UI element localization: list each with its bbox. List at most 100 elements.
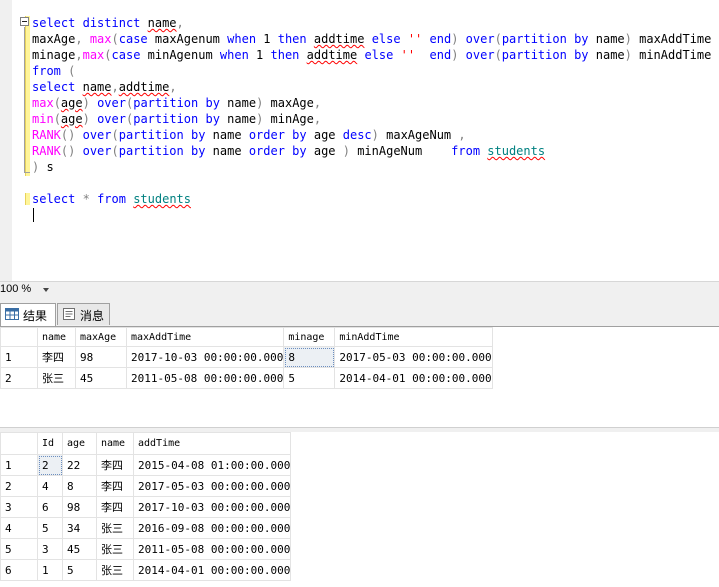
table-row[interactable]: 1 李四 98 2017-10-03 00:00:00.000 8 2017-05-03 … <box>0 346 493 368</box>
column-header[interactable]: Id <box>37 432 63 455</box>
grid-cell[interactable]: 张三 <box>96 559 134 581</box>
grid-cell[interactable]: 2017-10-03 00:00:00.000 <box>125 346 285 368</box>
grid-cell[interactable]: 1 <box>37 559 63 581</box>
grid-cell[interactable]: 2015-04-08 01:00:00.000 <box>132 454 292 476</box>
code-token: case <box>118 32 148 46</box>
grid-cell[interactable]: 2017-05-03 00:00:00.000 <box>334 346 493 368</box>
table-row[interactable]: 3 6 98 李四 2017-10-03 00:00:00.000 <box>0 496 292 518</box>
code-line[interactable]: RANK() over(partition by name order by a… <box>32 143 545 159</box>
code-token: from <box>32 64 61 78</box>
row-number[interactable]: 1 <box>0 346 38 368</box>
table-row[interactable]: 2 4 8 李四 2017-05-03 00:00:00.000 <box>0 475 292 497</box>
code-token: name <box>588 32 625 46</box>
grid-cell[interactable]: 张三 <box>96 538 134 560</box>
column-header[interactable]: name <box>96 432 134 455</box>
table-row[interactable]: 5 3 45 张三 2011-05-08 00:00:00.000 <box>0 538 292 560</box>
grid-cell[interactable]: 2014-04-01 00:00:00.000 <box>334 367 493 389</box>
grid-cell[interactable]: 8 <box>62 475 97 497</box>
grid-header-row: name maxAge maxAddTime minage minAddTime <box>0 327 493 347</box>
code-token: desc <box>342 128 372 142</box>
column-header[interactable]: name <box>37 327 76 347</box>
grid-cell[interactable]: 98 <box>62 496 97 518</box>
code-line[interactable]: select distinct name, <box>32 15 184 31</box>
code-token: distinct <box>82 16 141 30</box>
grid-cell[interactable]: 2011-05-08 00:00:00.000 <box>132 538 292 560</box>
grid-cell[interactable]: 李四 <box>37 346 76 368</box>
code-line[interactable]: select * from students <box>32 191 191 207</box>
code-token: by <box>292 128 307 142</box>
grid-cell[interactable]: 2011-05-08 00:00:00.000 <box>125 367 285 389</box>
chevron-down-icon[interactable] <box>43 288 49 292</box>
column-header[interactable]: age <box>62 432 97 455</box>
code-line[interactable]: RANK() over(partition by name order by a… <box>32 127 466 143</box>
grid-cell[interactable]: 2 <box>37 454 63 476</box>
grid-cell[interactable]: 98 <box>75 346 127 368</box>
column-header[interactable]: addTime <box>132 432 292 455</box>
grid-cell[interactable]: 张三 <box>37 367 76 389</box>
grid-cell[interactable]: 李四 <box>96 454 134 476</box>
grid-cell[interactable]: 5 <box>283 367 336 389</box>
grid-cell[interactable]: 2017-10-03 00:00:00.000 <box>132 496 292 518</box>
row-number[interactable]: 2 <box>0 367 38 389</box>
table-row[interactable]: 6 1 5 张三 2014-04-01 00:00:00.000 <box>0 559 292 581</box>
code-token: minAddTime <box>631 48 712 62</box>
row-number[interactable]: 6 <box>0 559 38 581</box>
grid-cell[interactable]: 李四 <box>96 475 134 497</box>
code-line[interactable]: ) s <box>32 159 54 175</box>
sql-query-editor[interactable]: select distinct name, maxAge, max(case ma… <box>0 0 719 281</box>
grid-cell[interactable]: 22 <box>62 454 97 476</box>
table-row[interactable]: 2 张三 45 2011-05-08 00:00:00.000 5 2014-04-01 … <box>0 367 493 389</box>
grid-cell[interactable]: 张三 <box>96 517 134 539</box>
grid-cell[interactable]: 5 <box>62 559 97 581</box>
row-number[interactable]: 3 <box>0 496 38 518</box>
code-line[interactable]: max(age) over(partition by name) maxAge, <box>32 95 321 111</box>
grid-cell[interactable]: 4 <box>37 475 63 497</box>
code-token: ( <box>111 128 119 142</box>
row-number[interactable]: 2 <box>0 475 38 497</box>
grid-cell[interactable]: 6 <box>37 496 63 518</box>
grid-cell[interactable]: 45 <box>75 367 127 389</box>
code-line[interactable]: select name,addtime, <box>32 79 177 95</box>
grid-corner-cell[interactable] <box>0 327 38 347</box>
grid-cell[interactable]: 5 <box>37 517 63 539</box>
grid-cell[interactable]: 2016-09-08 00:00:00.000 <box>132 517 292 539</box>
code-token: order <box>248 128 285 142</box>
tab-results[interactable]: 结果 <box>0 303 56 326</box>
code-line[interactable]: minage,max(case minAgenum when 1 then ad… <box>32 47 711 63</box>
grid-cell[interactable]: 3 <box>37 538 63 560</box>
grid-cell[interactable]: 8 <box>283 346 336 368</box>
grid-cell[interactable]: 45 <box>62 538 97 560</box>
column-header[interactable]: minage <box>283 327 336 347</box>
outline-guide-end <box>24 172 30 173</box>
grid-corner-cell[interactable] <box>0 432 38 455</box>
code-token: max <box>89 32 112 46</box>
code-line[interactable]: from ( <box>32 63 75 79</box>
row-number[interactable]: 5 <box>0 538 38 560</box>
grid-cell[interactable]: 34 <box>62 517 97 539</box>
row-number[interactable]: 4 <box>0 517 38 539</box>
tab-messages[interactable]: 消息 <box>57 303 110 325</box>
grid-cell[interactable]: 2014-04-01 00:00:00.000 <box>132 559 292 581</box>
code-token: ( <box>494 48 502 62</box>
table-row[interactable]: 1 2 22 李四 2015-04-08 01:00:00.000 <box>0 454 292 476</box>
column-header[interactable]: maxAge <box>75 327 127 347</box>
zoom-level-dropdown[interactable]: 100 % <box>0 283 31 295</box>
code-token: * <box>82 192 90 206</box>
grid-cell[interactable]: 2017-05-03 00:00:00.000 <box>132 475 292 497</box>
column-header[interactable]: maxAddTime <box>125 327 285 347</box>
code-token: when <box>227 32 257 46</box>
code-token: ( <box>68 64 76 78</box>
table-row[interactable]: 4 5 34 张三 2016-09-08 00:00:00.000 <box>0 517 292 539</box>
code-line[interactable]: min(age) over(partition by name) minAge, <box>32 111 321 127</box>
row-number[interactable]: 1 <box>0 454 38 476</box>
code-line[interactable]: maxAge, max(case maxAgenum when 1 then a… <box>32 31 719 47</box>
collapse-region-icon[interactable] <box>20 17 29 26</box>
column-header[interactable]: minAddTime <box>334 327 493 347</box>
grid-cell[interactable]: 李四 <box>96 496 134 518</box>
code-token: addtime <box>313 32 365 46</box>
